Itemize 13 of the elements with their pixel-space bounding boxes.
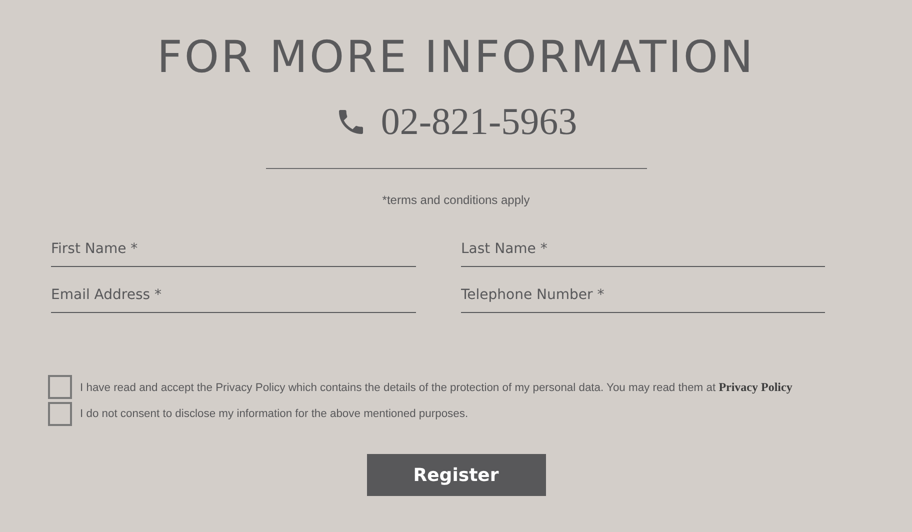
- privacy-policy-link[interactable]: Privacy Policy: [718, 380, 792, 394]
- consent-text: I have read and accept the Privacy Policy which contains the details of the protection of my personal data. You may read them at Privacy Policy: [80, 380, 792, 394]
- register-button[interactable]: Register: [366, 454, 546, 496]
- input-field[interactable]: Telephone Number *: [461, 281, 825, 313]
- phone-number: 02-821-5963: [380, 100, 578, 144]
- checkbox[interactable]: [48, 402, 72, 426]
- input-field[interactable]: First Name *: [51, 235, 416, 267]
- page-title: FOR MORE INFORMATION: [157, 31, 755, 85]
- consent-text: I do not consent to disclose my information for the above mentioned purposes.: [80, 408, 468, 420]
- input-field[interactable]: Email Address *: [51, 281, 416, 313]
- terms-note: *terms and conditions apply: [382, 193, 530, 207]
- checkbox[interactable]: [48, 375, 72, 399]
- input-field[interactable]: Last Name *: [461, 235, 825, 267]
